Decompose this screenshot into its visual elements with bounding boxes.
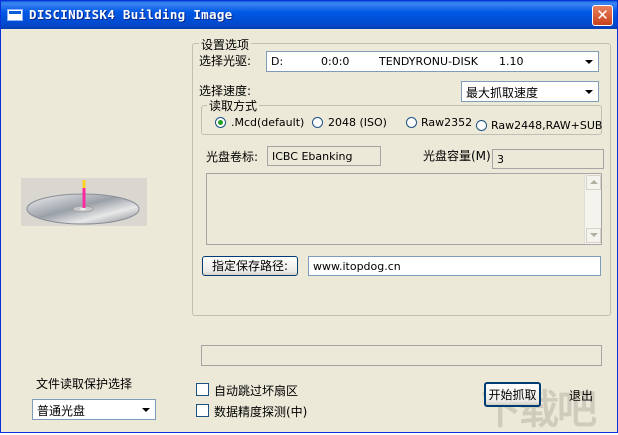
- drive-select[interactable]: D: 0:0:0 TENDYRONU-DISK 1.10: [266, 51, 599, 72]
- save-path-input[interactable]: www.itopdog.cn: [308, 256, 601, 276]
- drive-label: 选择光驱:: [199, 54, 252, 68]
- cd-image: [21, 178, 147, 226]
- log-textarea[interactable]: [206, 173, 602, 245]
- radio-iso-label: 2048 (ISO): [328, 116, 387, 129]
- volume-label: 光盘卷标:: [206, 150, 259, 164]
- exit-button[interactable]: 退出: [569, 387, 593, 404]
- precision-detect-label: 数据精度探测(中): [214, 405, 308, 419]
- scroll-up-icon[interactable]: [586, 175, 601, 190]
- chevron-down-icon[interactable]: [580, 83, 597, 100]
- capacity-label: 光盘容量(M):: [423, 149, 495, 163]
- radio-raw2352-label: Raw2352: [421, 116, 473, 129]
- skip-bad-sectors-label: 自动跳过坏扇区: [214, 384, 299, 398]
- client-area: 设置选项 选择光驱: D: 0:0:0 TENDYRONU-DISK 1.10 …: [1, 29, 617, 433]
- chevron-down-icon[interactable]: [580, 53, 597, 70]
- scroll-down-icon[interactable]: [586, 228, 601, 243]
- drive-address: 0:0:0: [321, 55, 350, 68]
- speed-selected: 最大抓取速度: [466, 86, 539, 100]
- progress-bar: [201, 345, 602, 366]
- protection-selected: 普通光盘: [37, 404, 86, 418]
- settings-group-label: 设置选项: [199, 36, 252, 53]
- start-button[interactable]: 开始抓取: [484, 382, 541, 407]
- cd-disc-icon: [26, 180, 140, 225]
- capacity-field: 3: [492, 149, 604, 169]
- drive-vendor: TENDYRONU-DISK: [379, 55, 478, 68]
- chevron-down-icon[interactable]: [137, 401, 154, 418]
- radio-raw2448[interactable]: [476, 120, 487, 131]
- skip-bad-sectors-checkbox[interactable]: [196, 383, 209, 396]
- radio-iso[interactable]: [312, 117, 323, 128]
- speed-select[interactable]: 最大抓取速度: [461, 81, 599, 102]
- protection-select[interactable]: 普通光盘: [32, 399, 156, 420]
- volume-field: ICBC Ebanking: [267, 146, 381, 166]
- close-button[interactable]: ✕: [592, 5, 613, 26]
- window-title: DISCINDISK4 Building Image: [29, 7, 233, 22]
- title-bar[interactable]: DISCINDISK4 Building Image ✕: [1, 1, 617, 29]
- precision-detect-checkbox[interactable]: [196, 404, 209, 417]
- radio-raw2352[interactable]: [406, 117, 417, 128]
- radio-mcd[interactable]: [215, 117, 226, 128]
- set-save-path-button[interactable]: 指定保存路径:: [202, 256, 298, 276]
- radio-mcd-label: .Mcd(default): [231, 116, 305, 129]
- drive-version: 1.10: [499, 55, 524, 68]
- log-scrollbar[interactable]: [584, 174, 601, 244]
- drive-letter: D:: [271, 55, 284, 68]
- read-mode-label: 读取方式: [207, 97, 260, 114]
- app-window-icon: [7, 9, 23, 21]
- radio-raw2448-label: Raw2448,RAW+SUB: [491, 119, 603, 132]
- protection-label: 文件读取保护选择: [36, 377, 133, 391]
- app-window: DISCINDISK4 Building Image ✕ 设置选项 选择光驱: …: [0, 0, 618, 433]
